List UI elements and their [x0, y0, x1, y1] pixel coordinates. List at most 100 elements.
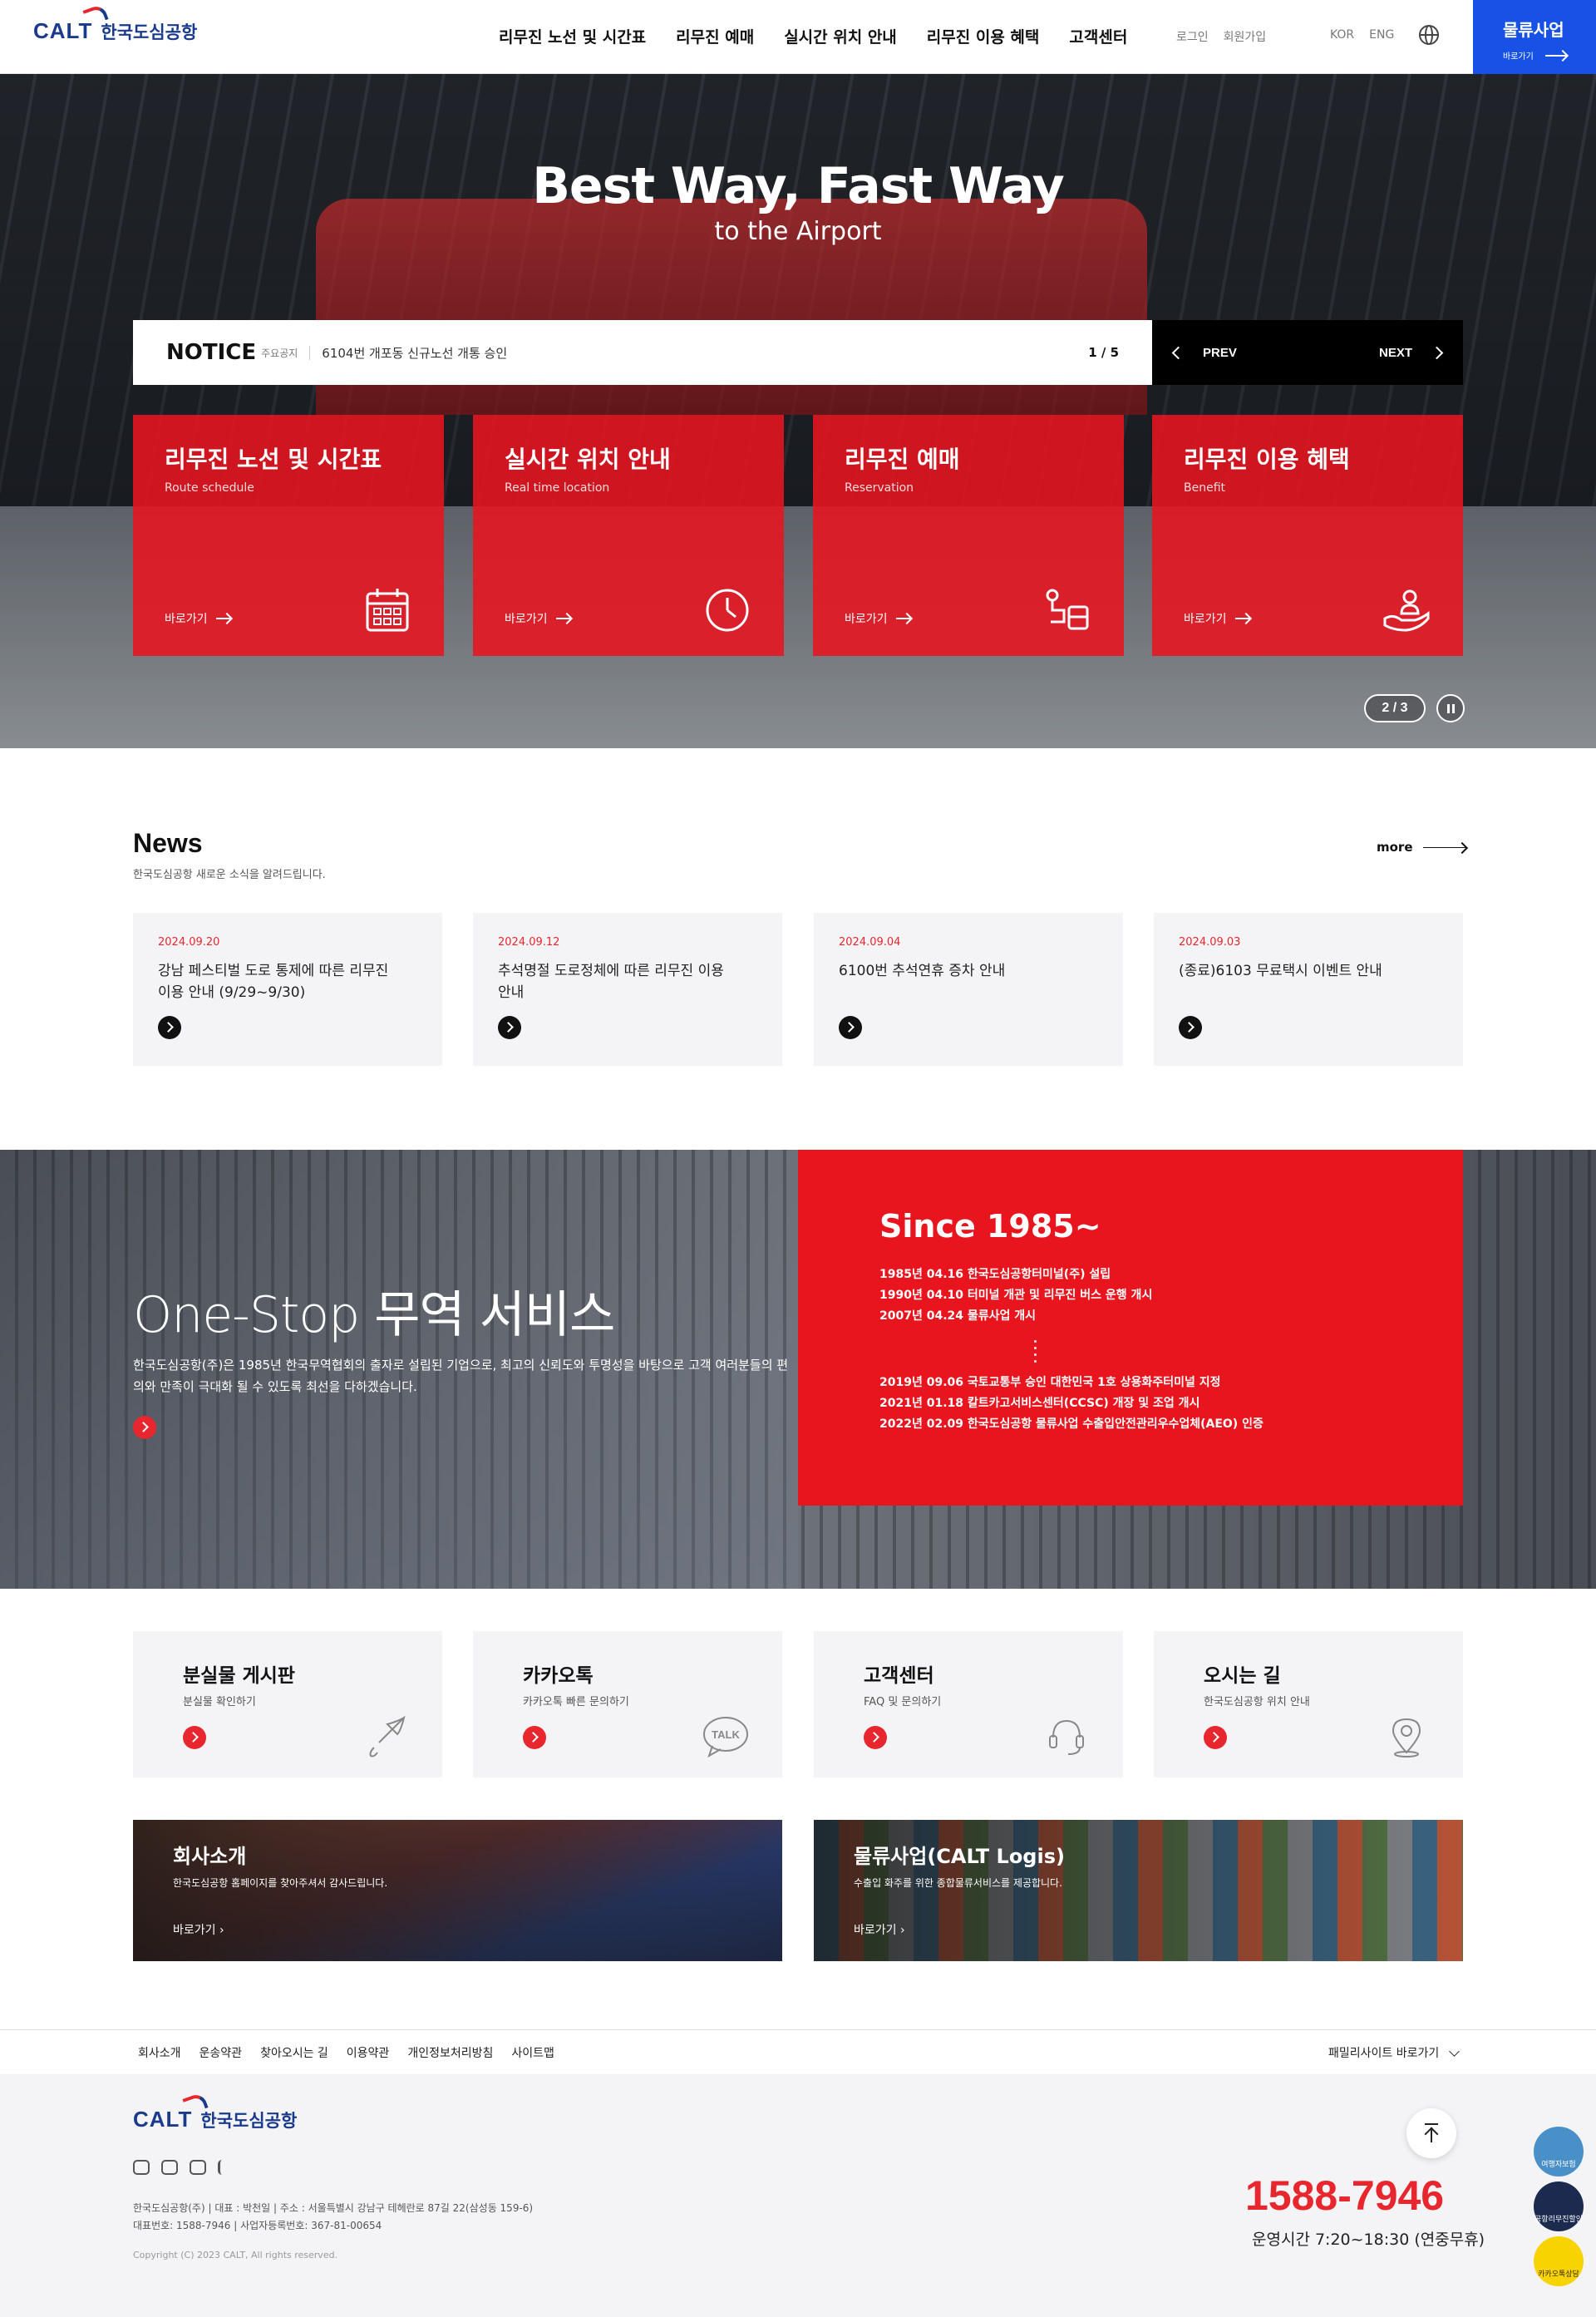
card-sub: Benefit — [1184, 481, 1226, 495]
card-title: 리무진 이용 혜택 — [1184, 446, 1350, 473]
arrow-right-icon — [215, 618, 231, 619]
card-location[interactable]: 실시간 위치 안내 Real time location 바로가기 — [473, 415, 784, 656]
arrow-circle-icon[interactable] — [158, 1016, 181, 1039]
footer-link[interactable]: 이용약관 — [347, 2044, 390, 2061]
logistics-button[interactable]: 물류사업 바로가기 — [1473, 0, 1596, 74]
banner-logistics[interactable]: 물류사업(CALT Logis) 수출입 화주를 위한 종합물류서비스를 제공합… — [814, 1820, 1463, 1961]
operating-hours: 운영시간 7:20~18:30 (연중무휴) — [1252, 2231, 1485, 2249]
float-insurance[interactable]: 여행자보험 — [1534, 2127, 1584, 2177]
quick-directions[interactable]: 오시는 길 한국도심공항 위치 안내 — [1154, 1631, 1463, 1777]
prev-button[interactable]: PREV — [1171, 346, 1237, 360]
card-reservation[interactable]: 리무진 예매 Reservation 바로가기 — [813, 415, 1124, 656]
arrow-right-icon — [555, 618, 571, 619]
lang-eng[interactable]: ENG — [1369, 28, 1394, 42]
umbrella-icon — [369, 1715, 406, 1757]
quick-kakaotalk[interactable]: 카카오톡 카카오톡 빠른 문의하기 TALK — [473, 1631, 782, 1777]
facebook-icon[interactable] — [218, 2160, 226, 2175]
news-card[interactable]: 2024.09.04 6100번 추석연휴 증차 안내 — [814, 913, 1123, 1066]
copyright: Copyright (C) 2023 CALT, All rights rese… — [133, 2250, 338, 2260]
logo-en: CALT — [133, 2107, 193, 2132]
onestop-go-button[interactable] — [133, 1416, 156, 1439]
logistics-go: 바로가기 — [1503, 52, 1534, 62]
notice-text[interactable]: 6104번 개포동 신규노선 개통 승인 — [322, 344, 507, 362]
arrow-circle-icon[interactable] — [183, 1726, 206, 1749]
blog-icon[interactable] — [161, 2160, 178, 2175]
banner-company[interactable]: 회사소개 한국도심공항 홈페이지를 찾아주셔서 감사드립니다. 바로가기 › — [133, 1820, 782, 1961]
sns-links — [133, 2160, 226, 2175]
card-sub: Real time location — [505, 481, 610, 495]
arrow-right-icon — [1234, 618, 1250, 619]
nav-reservation[interactable]: 리무진 예매 — [676, 25, 754, 47]
youtube-icon[interactable] — [190, 2160, 206, 2175]
banner-go[interactable]: 바로가기 › — [854, 1921, 905, 1938]
login-link[interactable]: 로그인 — [1176, 28, 1209, 45]
footer-link[interactable]: 사이트맵 — [511, 2044, 554, 2061]
arrow-circle-icon[interactable] — [1179, 1016, 1202, 1039]
instagram-icon[interactable] — [133, 2160, 150, 2175]
logistics-title: 물류사업 — [1503, 20, 1564, 40]
quick-customer-center[interactable]: 고객센터 FAQ 및 문의하기 — [814, 1631, 1123, 1777]
nav-route[interactable]: 리무진 노선 및 시간표 — [499, 25, 646, 47]
float-kakaotalk[interactable]: 카카오톡상담 — [1534, 2236, 1584, 2286]
card-title: 실시간 위치 안내 — [505, 446, 671, 473]
bus-route-icon — [1046, 589, 1089, 630]
globe-icon[interactable] — [1419, 25, 1439, 45]
card-go[interactable]: 바로가기 — [165, 610, 231, 627]
onestop-desc: 한국도심공항(주)은 1985년 한국무역협회의 출자로 설립된 기업으로, 최… — [133, 1358, 789, 1394]
news-title: News — [133, 828, 203, 858]
footer-link[interactable]: 운송약관 — [200, 2044, 243, 2061]
hero-title: Best Way, Fast Way — [532, 157, 1065, 215]
nav-benefit[interactable]: 리무진 이용 혜택 — [927, 25, 1040, 47]
lang-kor[interactable]: KOR — [1330, 28, 1354, 42]
logo[interactable]: CALT 한국도심공항 — [33, 18, 197, 44]
pause-icon[interactable] — [1436, 694, 1465, 722]
card-route[interactable]: 리무진 노선 및 시간표 Route schedule 바로가기 — [133, 415, 444, 656]
news-card[interactable]: 2024.09.03 (종료)6103 무료택시 이벤트 안내 — [1154, 913, 1463, 1066]
news-date: 2024.09.12 — [498, 936, 560, 949]
banner-go[interactable]: 바로가기 › — [173, 1921, 224, 1938]
card-go[interactable]: 바로가기 — [845, 610, 911, 627]
news-date: 2024.09.20 — [158, 936, 220, 949]
card-sub: Reservation — [845, 481, 914, 495]
nav-customer[interactable]: 고객센터 — [1069, 25, 1127, 47]
news-date: 2024.09.03 — [1179, 936, 1241, 949]
arrow-circle-icon[interactable] — [864, 1726, 887, 1749]
notice-page: 1 / 5 — [1088, 345, 1119, 360]
footer-link[interactable]: 개인정보처리방침 — [407, 2044, 493, 2061]
talk-icon: TALK — [703, 1717, 748, 1758]
news-card[interactable]: 2024.09.12 추석명절 도로정체에 따른 리무진 이용 안내 — [473, 913, 782, 1066]
arrow-circle-icon[interactable] — [1204, 1726, 1227, 1749]
arrow-circle-icon[interactable] — [498, 1016, 521, 1039]
news-card-title: 6100번 추석연휴 증차 안내 — [839, 963, 1006, 979]
quick-lost-found[interactable]: 분실물 게시판 분실물 확인하기 — [133, 1631, 442, 1777]
hand-person-icon — [1383, 589, 1430, 632]
arrow-right-icon — [895, 618, 911, 619]
next-button[interactable]: NEXT — [1379, 346, 1444, 360]
scroll-top-button[interactable] — [1406, 2108, 1456, 2158]
card-go[interactable]: 바로가기 — [505, 610, 571, 627]
join-link[interactable]: 회원가입 — [1224, 28, 1267, 45]
footer-link[interactable]: 회사소개 — [138, 2044, 181, 2061]
news-more-link[interactable]: more — [1377, 840, 1466, 855]
hero-subtitle: to the Airport — [714, 217, 882, 246]
chevron-down-icon — [1449, 2045, 1461, 2057]
notice-bar[interactable]: NOTICE 주요공지 6104번 개포동 신규노선 개통 승인 1 / 5 — [133, 320, 1152, 385]
news-card[interactable]: 2024.09.20 강남 페스티벌 도로 통제에 따른 리무진 이용 안내 (… — [133, 913, 442, 1066]
notice-small: 주요공지 — [261, 345, 311, 360]
footer-link[interactable]: 찾아오시는 길 — [260, 2044, 328, 2061]
arrow-circle-icon[interactable] — [523, 1726, 546, 1749]
card-benefit[interactable]: 리무진 이용 혜택 Benefit 바로가기 — [1152, 415, 1463, 656]
float-limousine-discount[interactable]: 공항리무진할인 — [1534, 2181, 1584, 2231]
logo-ko: 한국도심공항 — [200, 2111, 298, 2131]
card-sub: Route schedule — [165, 481, 254, 495]
family-site-select[interactable]: 패밀리사이트 바로가기 — [1328, 2044, 1461, 2061]
card-title: 리무진 예매 — [845, 446, 960, 473]
card-go[interactable]: 바로가기 — [1184, 610, 1250, 627]
arrow-circle-icon[interactable] — [839, 1016, 862, 1039]
banner-title: 물류사업(CALT Logis) — [854, 1845, 1065, 1868]
onestop-title: One-Stop 무역 서비스 — [133, 1286, 615, 1344]
arrow-up-icon — [1424, 2127, 1439, 2142]
nav-location[interactable]: 실시간 위치 안내 — [784, 25, 897, 47]
arrow-right-icon — [1544, 54, 1567, 57]
quick-sub: 한국도심공항 위치 안내 — [1204, 1696, 1310, 1708]
